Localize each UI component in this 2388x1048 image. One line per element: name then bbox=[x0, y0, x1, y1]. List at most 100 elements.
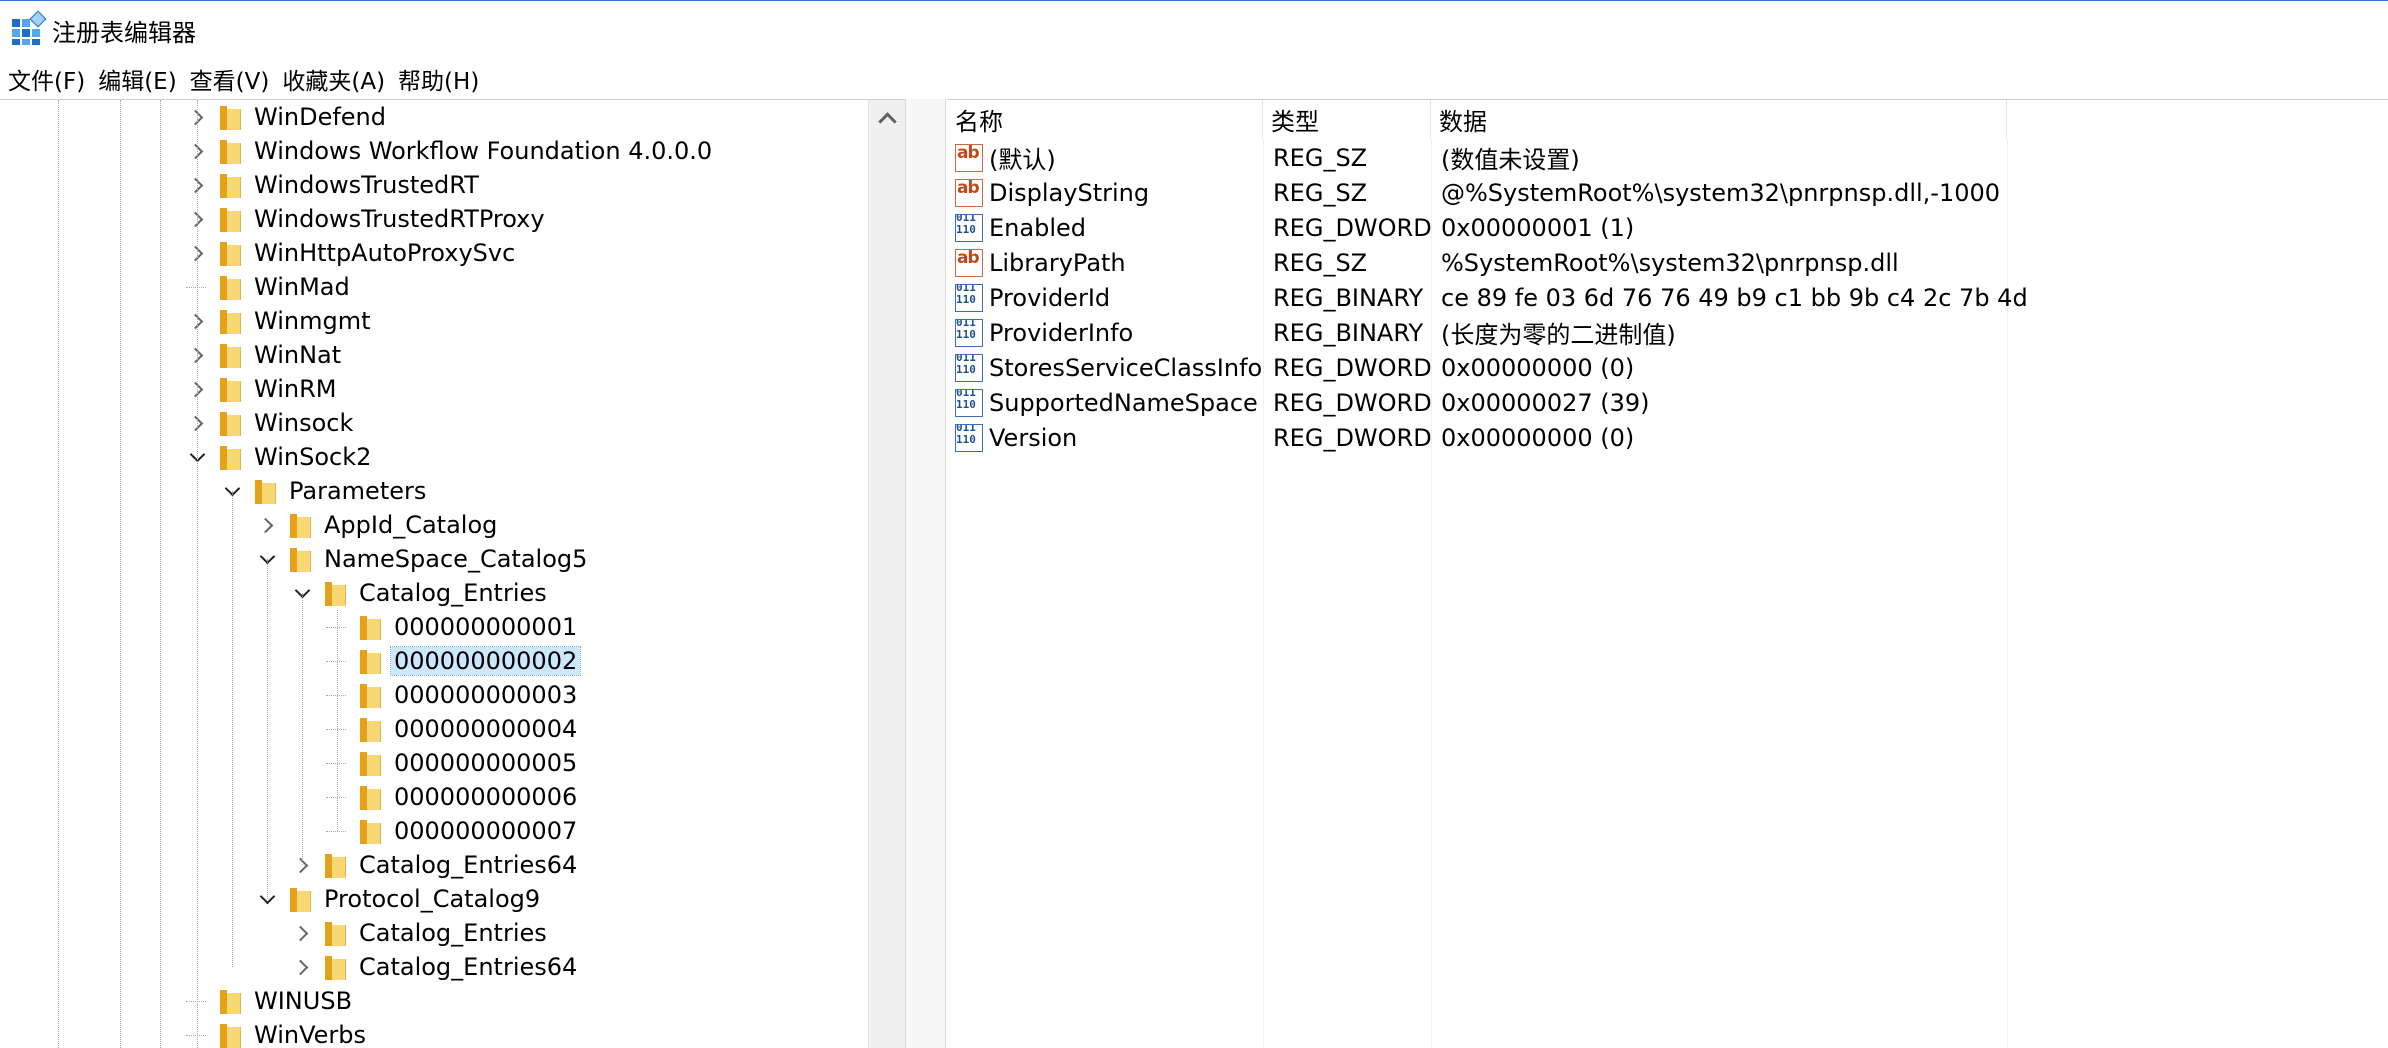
folder-icon bbox=[220, 988, 242, 1014]
value-name: Enabled bbox=[989, 213, 1086, 242]
tree-node-label: 000000000006 bbox=[394, 783, 578, 811]
value-row[interactable]: 011 110 Version REG_DWORD 0x00000000 (0) bbox=[947, 420, 1634, 455]
scroll-up-arrow-icon[interactable] bbox=[869, 104, 905, 132]
tree-node[interactable]: 000000000004 bbox=[326, 712, 577, 746]
value-type: REG_SZ bbox=[1273, 143, 1368, 172]
tree-node[interactable]: Protocol_Catalog9 bbox=[256, 882, 540, 916]
tree-node[interactable]: 000000000001 bbox=[326, 610, 577, 644]
value-row[interactable]: 011 110 SupportedNameSpace REG_DWORD 0x0000… bbox=[947, 385, 1650, 420]
value-name-cell: ab LibraryPath bbox=[947, 248, 1263, 277]
tree-node[interactable]: WinSock2 bbox=[186, 440, 371, 474]
value-name-cell: 011 110 ProviderId bbox=[947, 283, 1263, 312]
tree-node-label: WinRM bbox=[254, 375, 337, 403]
folder-icon bbox=[220, 240, 242, 266]
tree-node[interactable]: 000000000007 bbox=[326, 814, 577, 848]
value-row[interactable]: 011 110 Enabled REG_DWORD 0x00000001 (1) bbox=[947, 210, 1634, 245]
tree-node[interactable]: Catalog_Entries64 bbox=[291, 848, 577, 882]
value-row[interactable]: ab LibraryPath REG_SZ %SystemRoot%\system32… bbox=[947, 245, 1899, 280]
value-name: StoresServiceClassInfo bbox=[989, 353, 1263, 382]
value-name-cell: 011 110 Version bbox=[947, 423, 1263, 452]
value-data: (数值未设置) bbox=[1441, 146, 1580, 174]
folder-icon bbox=[290, 886, 312, 912]
folder-icon bbox=[220, 376, 242, 402]
value-name: ProviderId bbox=[989, 283, 1111, 312]
value-name-cell: 011 110 StoresServiceClassInfo bbox=[947, 353, 1263, 382]
binary-value-icon: 011 110 bbox=[955, 353, 983, 382]
tree-node[interactable]: Catalog_Entries bbox=[291, 916, 547, 950]
registry-key-tree[interactable]: WinDefend Windows Workflow Foundation 4.0… bbox=[0, 99, 906, 1048]
menu-help[interactable]: 帮助(H) bbox=[398, 62, 479, 96]
tree-node[interactable]: Catalog_Entries64 bbox=[291, 950, 577, 984]
value-row[interactable]: 011 110 ProviderId REG_BINARY ce 89 fe 03 6… bbox=[947, 280, 2028, 315]
tree-node[interactable]: Catalog_Entries bbox=[291, 576, 547, 610]
menu-file[interactable]: 文件(F) bbox=[8, 62, 85, 96]
tree-node[interactable]: WinMad bbox=[186, 270, 350, 304]
value-data: ce 89 fe 03 6d 76 76 49 b9 c1 bb 9b c4 2… bbox=[1441, 283, 2028, 312]
tree-node[interactable]: 000000000003 bbox=[326, 678, 577, 712]
value-name-cell: ab DisplayString bbox=[947, 178, 1263, 207]
value-data: 0x00000027 (39) bbox=[1441, 388, 1650, 417]
folder-icon bbox=[290, 512, 312, 538]
value-type: REG_SZ bbox=[1273, 248, 1368, 277]
registry-value-list[interactable]: 名称 类型 数据 ab (默认) REG_SZ (数值未设置) ab DisplayStr… bbox=[947, 99, 2388, 1048]
value-row[interactable]: 011 110 StoresServiceClassInfo REG_DWORD 0x… bbox=[947, 350, 1634, 385]
tree-node[interactable]: 000000000005 bbox=[326, 746, 577, 780]
tree-node[interactable]: NameSpace_Catalog5 bbox=[256, 542, 587, 576]
folder-icon bbox=[220, 138, 242, 164]
value-row[interactable]: 011 110 ProviderInfo REG_BINARY (长度为零的二进制值) bbox=[947, 315, 1676, 350]
tree-node-label: Winmgmt bbox=[254, 307, 371, 335]
tree-node[interactable]: WinNat bbox=[186, 338, 341, 372]
tree-node[interactable]: WinDefend bbox=[186, 100, 386, 134]
folder-icon bbox=[360, 682, 382, 708]
folder-icon bbox=[220, 342, 242, 368]
pane-splitter[interactable] bbox=[906, 99, 946, 1048]
value-name-cell: ab (默认) bbox=[947, 140, 1263, 175]
folder-icon bbox=[325, 920, 347, 946]
tree-scrollbar[interactable] bbox=[868, 100, 905, 1048]
value-type: REG_DWORD bbox=[1273, 213, 1432, 242]
tree-node[interactable]: WindowsTrustedRT bbox=[186, 168, 479, 202]
tree-node[interactable]: WinHttpAutoProxySvc bbox=[186, 236, 515, 270]
value-row[interactable]: ab DisplayString REG_SZ @%SystemRoot%\syste… bbox=[947, 175, 2000, 210]
binary-value-icon: 011 110 bbox=[955, 423, 983, 452]
tree-node[interactable]: Parameters bbox=[221, 474, 426, 508]
folder-icon bbox=[360, 818, 382, 844]
folder-icon bbox=[325, 954, 347, 980]
tree-node-label: WinMad bbox=[254, 273, 350, 301]
binary-value-icon: 011 110 bbox=[955, 318, 983, 347]
column-header-data[interactable]: 数据 bbox=[1431, 100, 2007, 138]
tree-node[interactable]: 000000000006 bbox=[326, 780, 577, 814]
tree-node-label: WindowsTrustedRT bbox=[254, 171, 479, 199]
value-type: REG_DWORD bbox=[1273, 423, 1432, 452]
menu-edit[interactable]: 编辑(E) bbox=[98, 62, 176, 96]
tree-node[interactable]: WindowsTrustedRTProxy bbox=[186, 202, 545, 236]
value-type: REG_BINARY bbox=[1273, 283, 1424, 312]
string-value-icon: ab bbox=[955, 178, 983, 207]
value-name-cell: 011 110 Enabled bbox=[947, 213, 1263, 242]
menu-favorites[interactable]: 收藏夹(A) bbox=[282, 62, 385, 96]
column-header-name[interactable]: 名称 bbox=[947, 100, 1263, 138]
tree-node-label: Catalog_Entries64 bbox=[359, 851, 578, 879]
tree-node[interactable]: Winmgmt bbox=[186, 304, 370, 338]
tree-node-label: WinVerbs bbox=[254, 1021, 367, 1048]
column-header-type[interactable]: 类型 bbox=[1263, 100, 1431, 138]
value-type: REG_DWORD bbox=[1273, 353, 1432, 382]
tree-node-label: WinNat bbox=[254, 341, 342, 369]
tree-node[interactable]: Windows Workflow Foundation 4.0.0.0 bbox=[186, 134, 712, 168]
tree-node[interactable]: WinRM bbox=[186, 372, 336, 406]
value-type: REG_DWORD bbox=[1273, 388, 1432, 417]
tree-node-label: WinDefend bbox=[254, 103, 386, 131]
tree-node[interactable]: 000000000002 bbox=[326, 644, 582, 678]
menu-view[interactable]: 查看(V) bbox=[190, 62, 270, 96]
tree-node-label: 000000000002 bbox=[389, 646, 582, 676]
value-row[interactable]: ab (默认) REG_SZ (数值未设置) bbox=[947, 140, 1580, 175]
tree-node[interactable]: WinVerbs bbox=[186, 1018, 366, 1048]
tree-node[interactable]: Winsock bbox=[186, 406, 353, 440]
tree-node[interactable]: WINUSB bbox=[186, 984, 352, 1018]
chevron-right-icon[interactable] bbox=[291, 956, 313, 978]
folder-icon bbox=[325, 580, 347, 606]
value-name: ProviderInfo bbox=[989, 318, 1134, 347]
chevron-right-icon[interactable] bbox=[291, 922, 313, 944]
chevron-right-icon[interactable] bbox=[256, 514, 278, 536]
tree-node[interactable]: AppId_Catalog bbox=[256, 508, 497, 542]
